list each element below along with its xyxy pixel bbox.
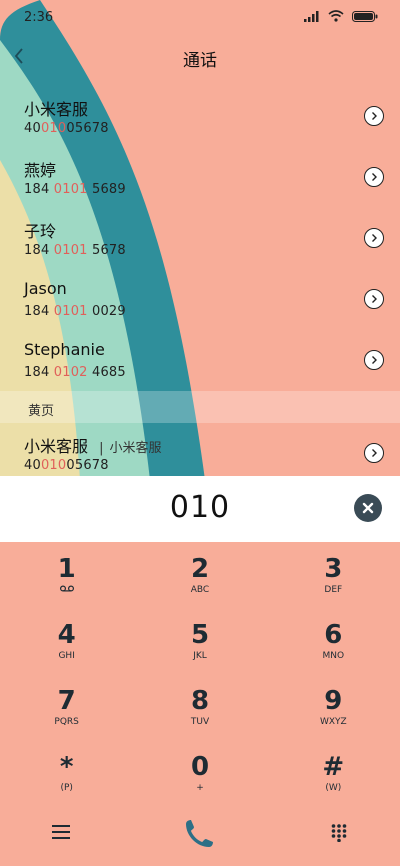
chevron-right-icon	[372, 173, 377, 181]
detail-button[interactable]	[364, 106, 384, 126]
list-item[interactable]: 子玲 184 0101 5678	[0, 208, 400, 269]
key-9[interactable]: 9 WXYZ	[267, 680, 400, 746]
detail-button[interactable]	[364, 443, 384, 463]
key-8[interactable]: 8 TUV	[133, 680, 266, 746]
section-header-yellow-pages: 黄页	[0, 391, 400, 423]
contact-number: 184 0101 0029	[24, 304, 126, 319]
status-bar: 2:36	[0, 0, 400, 34]
call-button[interactable]	[182, 818, 216, 852]
list-item[interactable]: 燕婷 184 0101 5689	[0, 147, 400, 208]
bottom-bar	[0, 810, 400, 860]
dialpad-icon	[331, 824, 347, 843]
dialpad-toggle-button[interactable]	[331, 824, 347, 846]
contact-name: 小米客服 | 小米客服	[24, 437, 162, 456]
chevron-right-icon	[372, 112, 377, 120]
detail-button[interactable]	[364, 350, 384, 370]
list-item[interactable]: 小米客服 4001005678	[0, 86, 400, 147]
detail-button[interactable]	[364, 289, 384, 309]
menu-button[interactable]	[52, 824, 70, 844]
contact-number: 4001005678	[24, 121, 109, 136]
section-label: 黄页	[28, 404, 55, 419]
key-2[interactable]: 2 ABC	[133, 548, 266, 614]
contact-name: 燕婷	[24, 161, 57, 180]
chevron-right-icon	[372, 295, 377, 303]
status-icons	[304, 10, 378, 22]
menu-icon	[52, 825, 70, 839]
key-3[interactable]: 3 DEF	[267, 548, 400, 614]
contact-name: 小米客服	[24, 100, 89, 119]
contact-number: 184 0101 5678	[24, 243, 126, 258]
title-bar: 通话	[0, 40, 400, 76]
contact-number: 184 0101 5689	[24, 182, 126, 197]
delete-button[interactable]	[354, 494, 382, 522]
contact-number: 4001005678	[24, 458, 109, 473]
list-item[interactable]: 小米客服 | 小米客服 4001005678	[0, 423, 400, 484]
key-star[interactable]: * (P)	[0, 746, 133, 812]
wifi-icon	[328, 10, 344, 22]
key-6[interactable]: 6 MNO	[267, 614, 400, 680]
key-1[interactable]: 1	[0, 548, 133, 614]
chevron-right-icon	[372, 234, 377, 242]
dial-input[interactable]: 010	[0, 490, 400, 525]
key-5[interactable]: 5 JKL	[133, 614, 266, 680]
key-7[interactable]: 7 PQRS	[0, 680, 133, 746]
contact-list: 小米客服 4001005678 燕婷 184 0101 5689 子玲 184 …	[0, 86, 400, 484]
detail-button[interactable]	[364, 228, 384, 248]
contact-name: Stephanie	[24, 340, 105, 359]
page-title: 通话	[183, 51, 217, 71]
contact-name: 子玲	[24, 222, 57, 241]
status-time: 2:36	[24, 10, 54, 25]
contact-name: Jason	[24, 279, 67, 298]
close-icon	[362, 502, 374, 514]
keypad: 1 2 ABC 3 DEF 4 GHI 5 JKL 6 MNO 7 PQRS 8…	[0, 548, 400, 812]
battery-icon	[352, 10, 378, 22]
list-item[interactable]: Stephanie 184 0102 4685	[0, 330, 400, 391]
key-hash[interactable]: # (W)	[267, 746, 400, 812]
detail-button[interactable]	[364, 167, 384, 187]
voicemail-icon	[59, 585, 74, 592]
chevron-right-icon	[372, 449, 377, 457]
phone-icon	[186, 820, 213, 847]
dial-input-bar: 010	[0, 476, 400, 542]
signal-icon	[304, 10, 319, 22]
contact-number: 184 0102 4685	[24, 365, 126, 380]
key-0[interactable]: 0 +	[133, 746, 266, 812]
key-4[interactable]: 4 GHI	[0, 614, 133, 680]
chevron-right-icon	[372, 356, 377, 364]
list-item[interactable]: Jason 184 0101 0029	[0, 269, 400, 330]
